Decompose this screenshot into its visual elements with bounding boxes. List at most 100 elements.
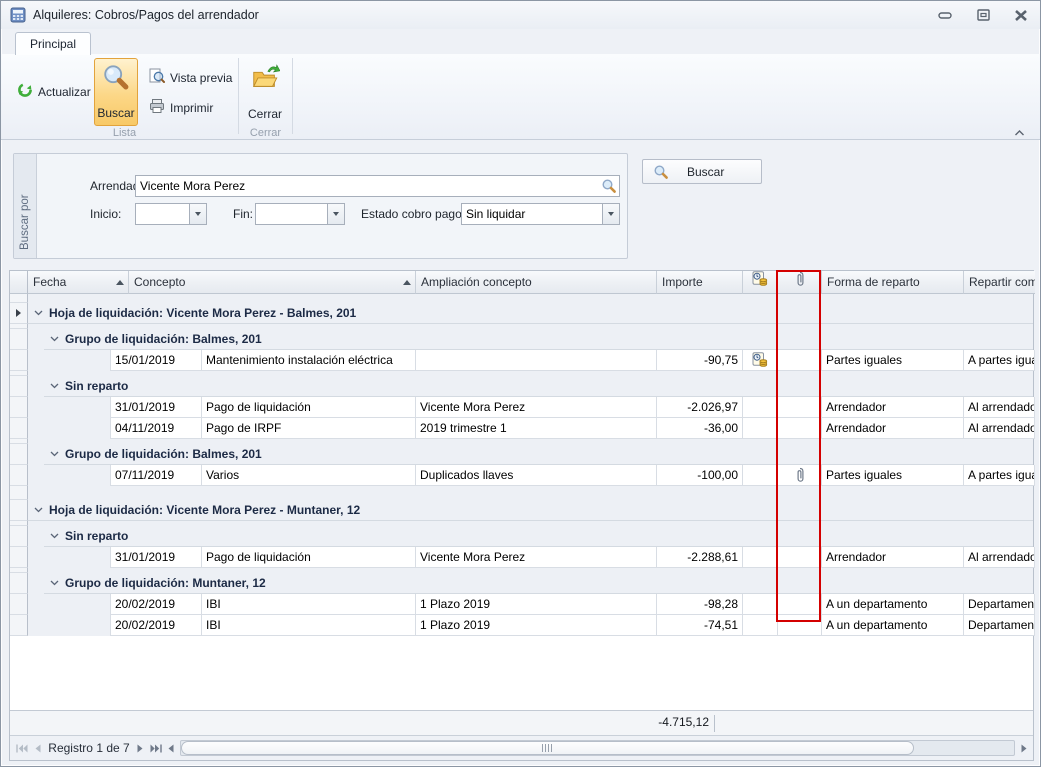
inicio-combo[interactable] [135, 203, 207, 225]
actualizar-button[interactable]: Actualizar [13, 80, 95, 103]
cell-forma[interactable]: Arrendador [822, 418, 964, 439]
column-header-fecha[interactable]: Fecha [28, 271, 129, 294]
cell-fecha[interactable]: 31/01/2019 [110, 547, 202, 568]
table-row[interactable]: 15/01/2019Mantenimiento instalación eléc… [10, 350, 1033, 371]
cell-fecha[interactable]: 07/11/2019 [110, 465, 202, 486]
cell-pago_icon[interactable] [743, 547, 778, 568]
expand-icon[interactable] [34, 310, 43, 316]
tab-principal[interactable]: Principal [15, 32, 91, 55]
group-row[interactable]: Sin reparto [10, 526, 1033, 547]
cell-forma[interactable]: A un departamento [822, 615, 964, 636]
column-header-ampliacion[interactable]: Ampliación concepto [416, 271, 657, 294]
cell-pago_icon[interactable] [743, 397, 778, 418]
cell-importe[interactable]: -98,28 [657, 594, 743, 615]
fin-combo[interactable] [255, 203, 345, 225]
cell-forma[interactable]: Partes iguales [822, 350, 964, 371]
expand-icon[interactable] [50, 336, 59, 342]
cell-pago_icon[interactable] [743, 615, 778, 636]
scrollbar-thumb[interactable] [181, 741, 914, 755]
inicio-dropdown-button[interactable] [189, 204, 206, 224]
cell-concepto[interactable]: Pago de liquidación [202, 397, 416, 418]
close-button[interactable] [1012, 7, 1030, 23]
cell-concepto[interactable]: IBI [202, 594, 416, 615]
cell-pago_icon[interactable] [743, 465, 778, 486]
minimize-button[interactable] [936, 7, 954, 23]
fin-dropdown-button[interactable] [327, 204, 344, 224]
lookup-icon[interactable] [601, 178, 617, 197]
cell-clip[interactable] [778, 594, 822, 615]
cell-fecha[interactable]: 04/11/2019 [110, 418, 202, 439]
cell-concepto[interactable]: Varios [202, 465, 416, 486]
column-header-attachment[interactable] [778, 271, 822, 294]
next-record-button[interactable] [132, 740, 148, 756]
last-record-button[interactable] [148, 740, 164, 756]
cell-fecha[interactable]: 31/01/2019 [110, 397, 202, 418]
cell-concepto[interactable]: Pago de liquidación [202, 547, 416, 568]
table-row[interactable]: 04/11/2019Pago de IRPF2019 trimestre 1-3… [10, 418, 1033, 439]
cell-ampliacion[interactable]: 2019 trimestre 1 [416, 418, 657, 439]
table-row[interactable]: 20/02/2019IBI1 Plazo 2019-98,28A un depa… [10, 594, 1033, 615]
expand-icon[interactable] [50, 580, 59, 586]
expand-icon[interactable] [50, 533, 59, 539]
group-row[interactable]: Hoja de liquidación: Vicente Mora Perez … [10, 303, 1033, 324]
cell-pago_icon[interactable] [743, 418, 778, 439]
arrendador-field[interactable] [135, 175, 620, 197]
cell-clip[interactable] [778, 465, 822, 486]
table-row[interactable]: 20/02/2019IBI1 Plazo 2019-74,51 A un depa… [10, 615, 1033, 636]
column-header-payment-status[interactable] [743, 271, 778, 294]
cell-pago_icon[interactable] [743, 594, 778, 615]
cell-concepto[interactable]: IBI [202, 615, 416, 636]
group-row[interactable]: Sin reparto [10, 376, 1033, 397]
cell-fecha[interactable]: 15/01/2019 [110, 350, 202, 371]
cell-ampliacion[interactable]: Duplicados llaves [416, 465, 657, 486]
imprimir-button[interactable]: Imprimir [145, 96, 217, 119]
cell-importe[interactable]: -2.288,61 [657, 547, 743, 568]
maximize-button[interactable] [974, 7, 992, 23]
cell-repartir[interactable]: Al arrendador [964, 547, 1035, 568]
table-row[interactable]: 07/11/2019VariosDuplicados llaves-100,00… [10, 465, 1033, 486]
cell-fecha[interactable]: 20/02/2019 [110, 615, 202, 636]
horizontal-scrollbar[interactable] [180, 740, 1015, 756]
previous-record-button[interactable] [30, 740, 46, 756]
cell-importe[interactable]: -36,00 [657, 418, 743, 439]
cell-repartir[interactable]: A partes iguales [964, 465, 1035, 486]
estado-combo[interactable]: Sin liquidar [461, 203, 620, 225]
cell-pago_icon[interactable] [743, 350, 778, 371]
cell-clip[interactable] [778, 615, 822, 636]
buscar-ribbon-button[interactable]: Buscar [94, 58, 138, 126]
cell-repartir[interactable]: A partes iguales [964, 350, 1035, 371]
cell-ampliacion[interactable] [416, 350, 657, 371]
group-row[interactable]: Grupo de liquidación: Muntaner, 12 [10, 573, 1033, 594]
arrendador-input[interactable] [136, 176, 601, 196]
cell-concepto[interactable]: Mantenimiento instalación eléctrica [202, 350, 416, 371]
scroll-right-button[interactable] [1016, 740, 1032, 756]
cell-forma[interactable]: Arrendador [822, 397, 964, 418]
expand-icon[interactable] [34, 507, 43, 513]
cell-clip[interactable] [778, 547, 822, 568]
cell-forma[interactable]: Partes iguales [822, 465, 964, 486]
first-record-button[interactable] [14, 740, 30, 756]
scroll-left-button[interactable] [163, 740, 179, 756]
column-header-concepto[interactable]: Concepto [129, 271, 416, 294]
cell-ampliacion[interactable]: 1 Plazo 2019 [416, 594, 657, 615]
cell-clip[interactable] [778, 350, 822, 371]
cell-importe[interactable]: -74,51 [657, 615, 743, 636]
cell-concepto[interactable]: Pago de IRPF [202, 418, 416, 439]
cell-ampliacion[interactable]: 1 Plazo 2019 [416, 615, 657, 636]
estado-dropdown-button[interactable] [602, 204, 619, 224]
cerrar-button[interactable]: Cerrar [242, 58, 288, 126]
cell-forma[interactable]: A un departamento [822, 594, 964, 615]
group-row[interactable]: Hoja de liquidación: Vicente Mora Perez … [10, 500, 1033, 521]
cell-repartir[interactable]: Al arrendador [964, 418, 1035, 439]
buscar-search-button[interactable]: Buscar [642, 159, 762, 184]
column-header-repartir[interactable]: Repartir como [964, 271, 1035, 294]
table-row[interactable]: 31/01/2019Pago de liquidaciónVicente Mor… [10, 397, 1033, 418]
cell-importe[interactable]: -2.026,97 [657, 397, 743, 418]
group-row[interactable]: Grupo de liquidación: Balmes, 201 [10, 444, 1033, 465]
column-header-importe[interactable]: Importe [657, 271, 743, 294]
expand-icon[interactable] [50, 451, 59, 457]
cell-repartir[interactable]: Departamento [964, 615, 1035, 636]
cell-ampliacion[interactable]: Vicente Mora Perez [416, 547, 657, 568]
expand-icon[interactable] [50, 383, 59, 389]
column-header-forma[interactable]: Forma de reparto [822, 271, 964, 294]
